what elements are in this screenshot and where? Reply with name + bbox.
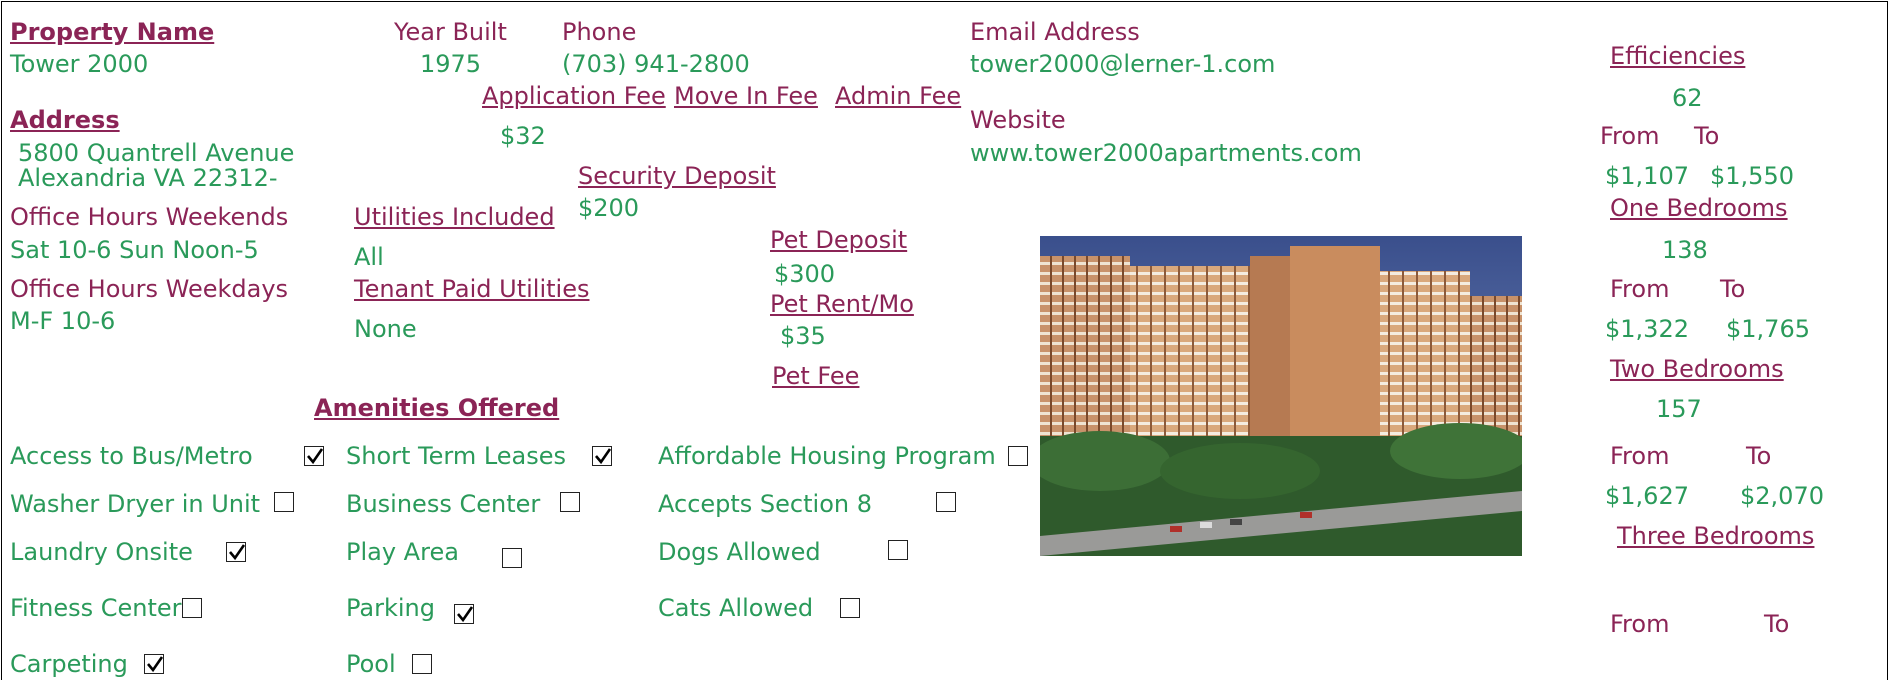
to-label: To	[1720, 275, 1746, 303]
to-label: To	[1746, 442, 1772, 470]
from-label: From	[1610, 442, 1670, 470]
application-fee-label: Application Fee	[482, 82, 666, 110]
website: www.tower2000apartments.com	[970, 139, 1362, 167]
unit-type-two-bedrooms: Two Bedrooms	[1610, 355, 1784, 383]
from-label: From	[1610, 275, 1670, 303]
amenity-checkbox[interactable]	[412, 654, 432, 674]
amenity-label: Dogs Allowed	[658, 538, 821, 566]
amenity-label: Parking	[346, 594, 435, 622]
rent-to: $2,070	[1740, 482, 1824, 510]
amenity-checkbox[interactable]	[560, 492, 580, 512]
address-line2: Alexandria VA 22312-	[18, 164, 278, 192]
amenity-checkbox[interactable]	[502, 548, 522, 568]
pet-deposit-label: Pet Deposit	[770, 226, 908, 254]
amenity-checkbox[interactable]	[1008, 446, 1028, 466]
building-image	[1040, 236, 1522, 556]
checkmark-icon	[307, 448, 324, 465]
property-photo	[1040, 236, 1522, 556]
checkmark-icon	[457, 606, 474, 623]
email: tower2000@lerner-1.com	[970, 50, 1276, 78]
rent-from: $1,107	[1605, 162, 1689, 190]
unit-type-three-bedrooms: Three Bedrooms	[1617, 522, 1815, 550]
email-label: Email Address	[970, 18, 1140, 46]
unit-type-one-bedrooms: One Bedrooms	[1610, 194, 1788, 222]
move-in-fee-label: Move In Fee	[674, 82, 818, 110]
utilities-included: All	[354, 243, 384, 271]
pet-rent: $35	[780, 322, 826, 350]
year-built: 1975	[420, 50, 482, 78]
rent-to: $1,550	[1710, 162, 1794, 190]
office-hours-weekdays: M-F 10-6	[10, 307, 116, 335]
amenity-checkbox[interactable]	[592, 446, 612, 466]
checkmark-icon	[229, 544, 246, 561]
amenities-title: Amenities Offered	[314, 394, 560, 422]
rent-from: $1,322	[1605, 315, 1689, 343]
amenity-checkbox[interactable]	[182, 598, 202, 618]
pet-deposit: $300	[774, 260, 836, 288]
office-hours-weekends-label: Office Hours Weekends	[10, 203, 289, 231]
office-hours-weekdays-label: Office Hours Weekdays	[10, 275, 289, 303]
checkmark-icon	[595, 448, 612, 465]
tenant-paid-utilities: None	[354, 315, 417, 343]
pet-rent-label: Pet Rent/Mo	[770, 290, 914, 318]
rent-from: $1,627	[1605, 482, 1689, 510]
amenity-checkbox[interactable]	[840, 598, 860, 618]
unit-count: 138	[1662, 236, 1708, 264]
pet-fee-label: Pet Fee	[772, 362, 860, 390]
amenity-checkbox[interactable]	[226, 542, 246, 562]
address-line1: 5800 Quantrell Avenue	[18, 139, 295, 167]
amenity-label: Business Center	[346, 490, 541, 518]
amenity-label: Affordable Housing Program	[658, 442, 996, 470]
amenity-label: Play Area	[346, 538, 459, 566]
amenity-label: Cats Allowed	[658, 594, 814, 622]
property-name: Tower 2000	[10, 50, 149, 78]
security-deposit-label: Security Deposit	[578, 162, 776, 190]
from-label: From	[1610, 610, 1670, 638]
amenity-label: Access to Bus/Metro	[10, 442, 253, 470]
office-hours-weekends: Sat 10-6 Sun Noon-5	[10, 236, 259, 264]
tenant-paid-utilities-label: Tenant Paid Utilities	[354, 275, 590, 303]
amenity-checkbox[interactable]	[304, 446, 324, 466]
security-deposit: $200	[578, 194, 640, 222]
address-label: Address	[10, 106, 120, 134]
to-label: To	[1764, 610, 1790, 638]
website-label: Website	[970, 106, 1066, 134]
from-label: From	[1600, 122, 1660, 150]
rent-to: $1,765	[1726, 315, 1810, 343]
application-fee: $32	[500, 122, 546, 150]
year-built-label: Year Built	[394, 18, 507, 46]
phone-label: Phone	[562, 18, 637, 46]
unit-count: 62	[1672, 84, 1703, 112]
amenity-checkbox[interactable]	[454, 604, 474, 624]
unit-count: 157	[1656, 395, 1702, 423]
admin-fee-label: Admin Fee	[835, 82, 962, 110]
amenity-label: Fitness Center	[10, 594, 182, 622]
amenity-label: Laundry Onsite	[10, 538, 193, 566]
amenity-label: Pool	[346, 650, 396, 678]
amenity-checkbox[interactable]	[888, 540, 908, 560]
unit-type-efficiencies: Efficiencies	[1610, 42, 1746, 70]
to-label: To	[1694, 122, 1720, 150]
amenity-label: Washer Dryer in Unit	[10, 490, 261, 518]
amenity-checkbox[interactable]	[274, 492, 294, 512]
amenity-label: Short Term Leases	[346, 442, 567, 470]
amenity-checkbox[interactable]	[936, 492, 956, 512]
amenity-label: Accepts Section 8	[658, 490, 872, 518]
amenity-checkbox[interactable]	[144, 654, 164, 674]
amenity-label: Carpeting	[10, 650, 128, 678]
phone: (703) 941-2800	[562, 50, 750, 78]
checkmark-icon	[147, 656, 164, 673]
property-name-label: Property Name	[10, 18, 215, 46]
utilities-included-label: Utilities Included	[354, 203, 555, 231]
